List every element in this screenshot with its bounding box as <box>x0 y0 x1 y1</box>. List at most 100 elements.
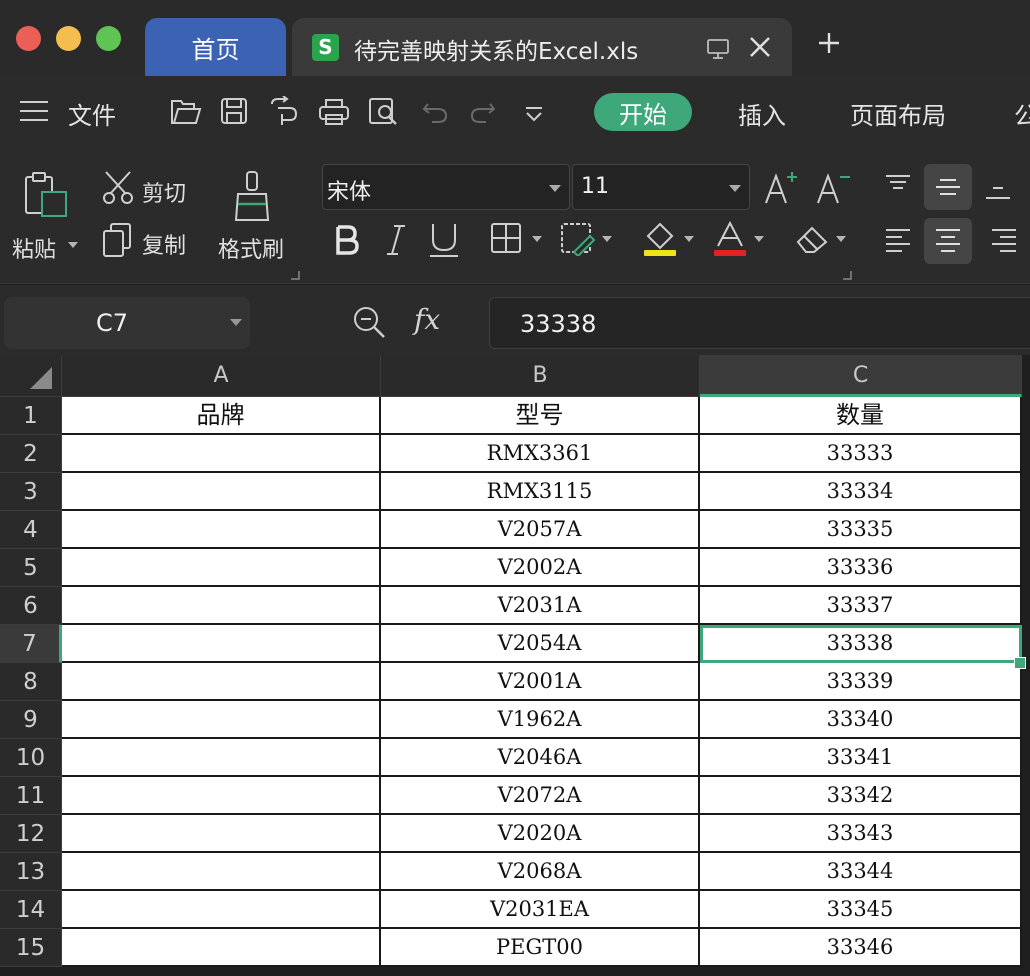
cell-b6[interactable]: V2031A <box>381 587 700 625</box>
cell-c9[interactable]: 33340 <box>700 701 1022 739</box>
cell-b1[interactable]: 型号 <box>381 397 700 435</box>
cell-b9[interactable]: V1962A <box>381 701 700 739</box>
cell-b2[interactable]: RMX3361 <box>381 435 700 473</box>
cell-a14[interactable] <box>62 891 381 929</box>
cell-a9[interactable] <box>62 701 381 739</box>
cell-c12[interactable]: 33343 <box>700 815 1022 853</box>
cell-c5[interactable]: 33336 <box>700 549 1022 587</box>
cell-a3[interactable] <box>62 473 381 511</box>
row-header[interactable]: 11 <box>0 777 62 815</box>
increase-font-size-icon[interactable] <box>764 170 800 206</box>
row-header[interactable]: 7 <box>0 625 62 663</box>
redo-icon[interactable] <box>470 100 496 124</box>
select-all-corner[interactable] <box>0 355 62 397</box>
column-header-a[interactable]: A <box>62 355 381 397</box>
cell-a7[interactable] <box>62 625 381 663</box>
row-header[interactable]: 1 <box>0 397 62 435</box>
font-color-dropdown-caret[interactable] <box>754 236 764 242</box>
cell-c7[interactable]: 33338 <box>700 625 1022 663</box>
borders-dropdown-caret[interactable] <box>532 236 542 242</box>
tab-insert[interactable]: 插入 <box>738 96 786 131</box>
cell-c1[interactable]: 数量 <box>700 397 1022 435</box>
formula-input[interactable]: 33338 <box>489 297 1030 349</box>
clipboard-group-launcher-icon[interactable] <box>290 270 300 280</box>
menu-file[interactable]: 文件 <box>68 96 116 131</box>
row-header[interactable]: 8 <box>0 663 62 701</box>
fill-color-icon[interactable] <box>642 220 678 258</box>
row-header[interactable]: 5 <box>0 549 62 587</box>
customize-toolbar-icon[interactable] <box>524 106 544 122</box>
cell-a6[interactable] <box>62 587 381 625</box>
row-header[interactable]: 15 <box>0 929 62 967</box>
row-header[interactable]: 4 <box>0 511 62 549</box>
column-header-c[interactable]: C <box>700 355 1022 397</box>
minimize-window-button[interactable] <box>56 26 81 51</box>
eraser-icon[interactable] <box>794 224 830 254</box>
cell-b7[interactable]: V2054A <box>381 625 700 663</box>
cell-b4[interactable]: V2057A <box>381 511 700 549</box>
fill-color-dropdown-caret[interactable] <box>684 236 694 242</box>
row-header[interactable]: 3 <box>0 473 62 511</box>
row-header[interactable]: 6 <box>0 587 62 625</box>
zoom-window-button[interactable] <box>96 26 121 51</box>
close-tab-icon[interactable] <box>748 35 772 59</box>
bold-icon[interactable] <box>334 224 360 256</box>
close-window-button[interactable] <box>16 26 41 51</box>
align-bottom-icon[interactable] <box>984 184 1012 202</box>
font-group-launcher-icon[interactable] <box>842 270 852 280</box>
cell-c2[interactable]: 33333 <box>700 435 1022 473</box>
cell-c8[interactable]: 33339 <box>700 663 1022 701</box>
row-header[interactable]: 10 <box>0 739 62 777</box>
font-name-select[interactable]: 宋体 <box>322 164 570 210</box>
align-middle-button[interactable] <box>924 164 972 210</box>
add-tab-icon[interactable] <box>816 30 842 56</box>
row-header[interactable]: 14 <box>0 891 62 929</box>
cell-c15[interactable]: 33346 <box>700 929 1022 967</box>
print-preview-icon[interactable] <box>368 97 400 127</box>
open-folder-icon[interactable] <box>170 98 202 126</box>
tab-page-layout[interactable]: 页面布局 <box>850 96 946 131</box>
font-color-icon[interactable] <box>712 220 748 258</box>
function-icon[interactable]: fx <box>414 303 440 336</box>
clear-dropdown-caret[interactable] <box>836 236 846 242</box>
cell-b15[interactable]: PEGT00 <box>381 929 700 967</box>
row-header[interactable]: 12 <box>0 815 62 853</box>
row-header[interactable]: 13 <box>0 853 62 891</box>
cell-a12[interactable] <box>62 815 381 853</box>
cell-a15[interactable] <box>62 929 381 967</box>
cell-a4[interactable] <box>62 511 381 549</box>
italic-icon[interactable] <box>386 224 406 256</box>
monitor-icon[interactable] <box>706 38 730 60</box>
cell-b13[interactable]: V2068A <box>381 853 700 891</box>
cell-c11[interactable]: 33342 <box>700 777 1022 815</box>
cell-c14[interactable]: 33345 <box>700 891 1022 929</box>
undo-icon[interactable] <box>422 100 448 124</box>
cell-style-dropdown-caret[interactable] <box>602 236 612 242</box>
font-size-select[interactable]: 11 <box>572 164 750 210</box>
cell-a1[interactable]: 品牌 <box>62 397 381 435</box>
cell-c13[interactable]: 33344 <box>700 853 1022 891</box>
align-right-icon[interactable] <box>990 228 1018 254</box>
tab-home[interactable]: 首页 <box>145 18 286 76</box>
fill-handle[interactable] <box>1014 657 1026 669</box>
cell-b14[interactable]: V2031EA <box>381 891 700 929</box>
column-header-b[interactable]: B <box>381 355 700 397</box>
align-top-icon[interactable] <box>884 174 912 192</box>
cell-b5[interactable]: V2002A <box>381 549 700 587</box>
cell-style-icon[interactable] <box>560 222 596 256</box>
tab-start[interactable]: 开始 <box>594 93 692 131</box>
row-header[interactable]: 2 <box>0 435 62 473</box>
cell-b12[interactable]: V2020A <box>381 815 700 853</box>
cell-a11[interactable] <box>62 777 381 815</box>
cell-b10[interactable]: V2046A <box>381 739 700 777</box>
cell-a5[interactable] <box>62 549 381 587</box>
underline-icon[interactable] <box>428 222 460 258</box>
cell-b11[interactable]: V2072A <box>381 777 700 815</box>
cell-a2[interactable] <box>62 435 381 473</box>
save-icon[interactable] <box>220 97 248 125</box>
zoom-out-icon[interactable] <box>352 305 386 339</box>
align-left-icon[interactable] <box>884 228 912 254</box>
hamburger-menu-icon[interactable] <box>20 100 48 122</box>
align-center-button[interactable] <box>924 218 972 264</box>
cell-a13[interactable] <box>62 853 381 891</box>
